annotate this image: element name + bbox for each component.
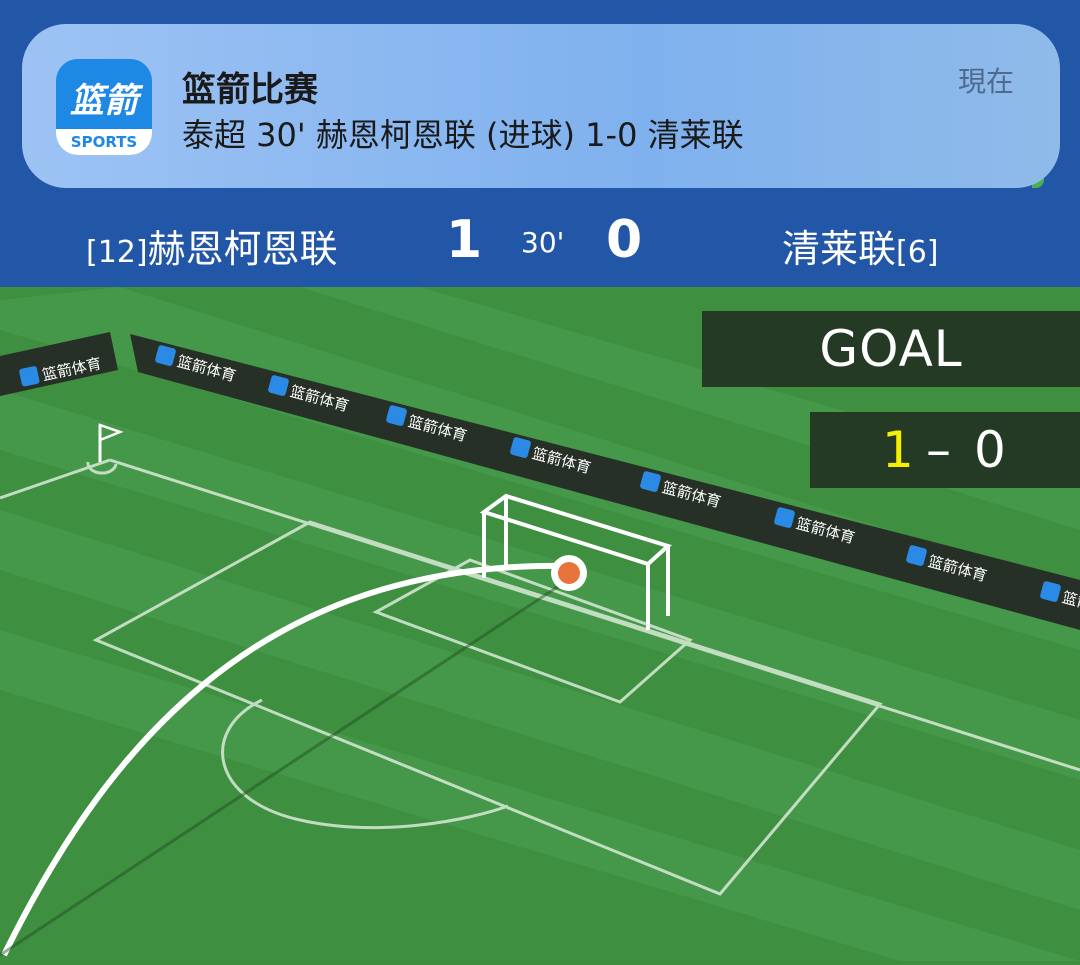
ad-logo-icon xyxy=(19,366,40,387)
goal-score-box: 1 – 0 xyxy=(810,412,1080,488)
match-minute: 30' xyxy=(521,226,565,259)
away-rank: [6] xyxy=(896,235,939,270)
ball xyxy=(558,562,580,584)
app-icon-label: SPORTS xyxy=(56,129,152,155)
notification-time: 現在 xyxy=(957,65,1014,98)
app-icon: 篮箭 SPORTS xyxy=(56,59,152,155)
pitch-svg: 篮箭体育 篮箭体育篮箭体育篮箭体育篮箭体育篮箭体育篮箭体育篮箭体育篮箭体育 xyxy=(0,287,1080,961)
pitch-animation: 篮箭体育 篮箭体育 篮箭体育 篮箭体育 篮箭体育 篮箭体育 篮箭体育 篮箭体育 篮箭体育 xyxy=(0,287,1080,961)
goal-score-dash: – xyxy=(926,421,951,479)
away-score: 0 xyxy=(606,210,643,270)
home-team: [12]赫恩柯恩联 xyxy=(86,218,338,273)
home-rank: [12] xyxy=(86,235,148,270)
push-notification[interactable]: 篮箭 SPORTS 篮箭比赛 泰超 30' 赫恩柯恩联 (进球) 1-0 清莱联… xyxy=(22,24,1060,188)
goal-score-away: 0 xyxy=(974,421,1006,479)
notification-title: 篮箭比赛 xyxy=(182,70,318,110)
goal-score-home: 1 xyxy=(882,421,914,479)
notification-message: 泰超 30' 赫恩柯恩联 (进球) 1-0 清莱联 xyxy=(182,116,744,154)
app-icon-text: 篮箭 xyxy=(70,81,138,121)
away-team-name: 清莱联 xyxy=(782,227,897,271)
goal-banner: GOAL xyxy=(702,311,1080,387)
scoreboard[interactable]: [12]赫恩柯恩联 1 30' 0 清莱联[6] xyxy=(0,200,1080,280)
home-team-name: 赫恩柯恩联 xyxy=(147,227,338,271)
away-team: 清莱联[6] xyxy=(782,218,939,273)
home-score: 1 xyxy=(446,210,483,270)
